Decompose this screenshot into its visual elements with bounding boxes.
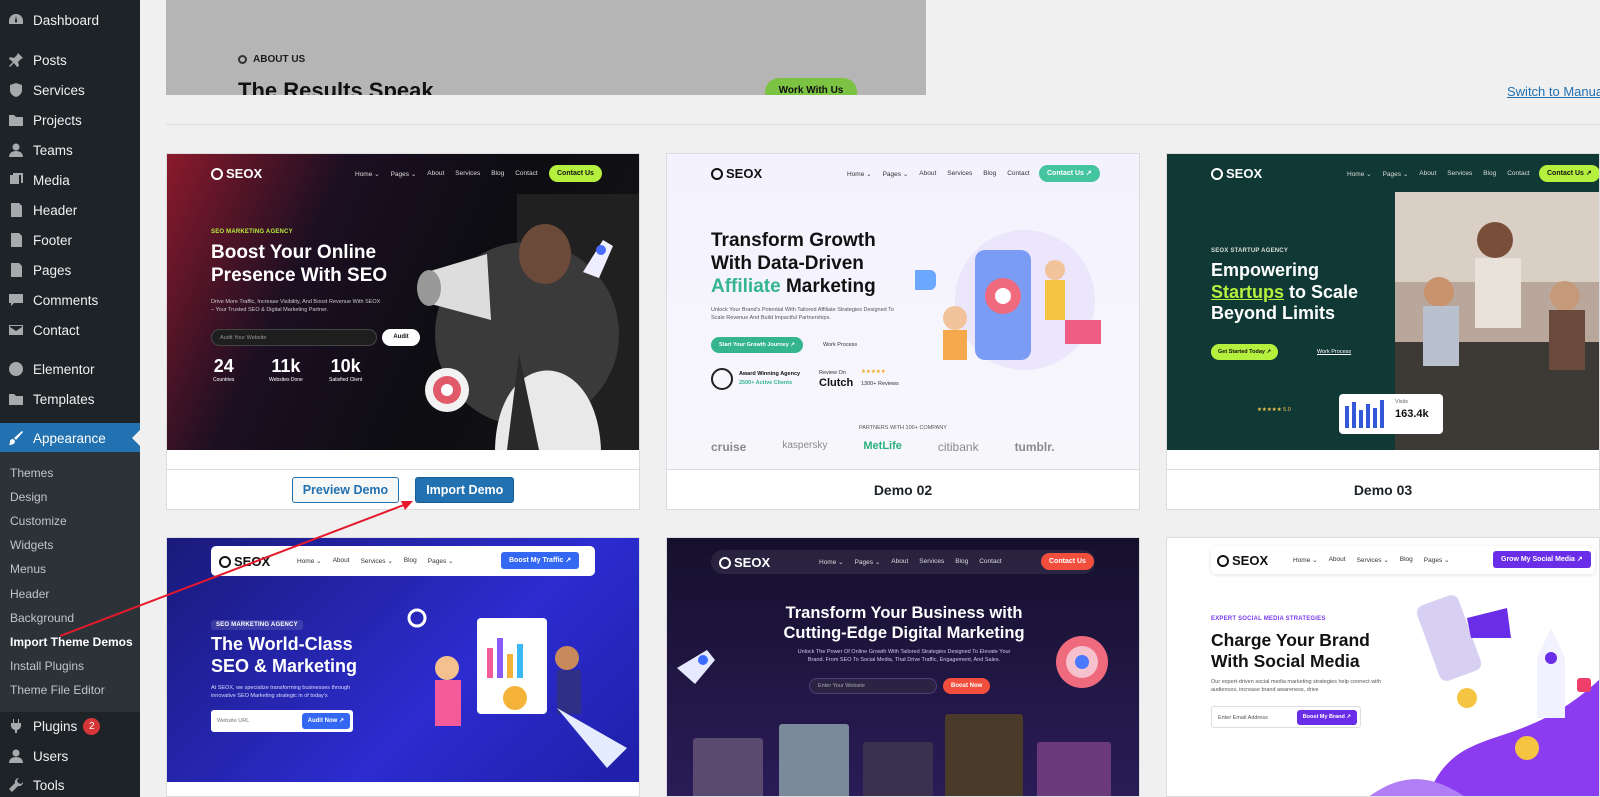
annotation-arrow [59,501,413,637]
wp-admin-screen: Dashboard Posts Services Projects Teams … [0,0,1600,797]
